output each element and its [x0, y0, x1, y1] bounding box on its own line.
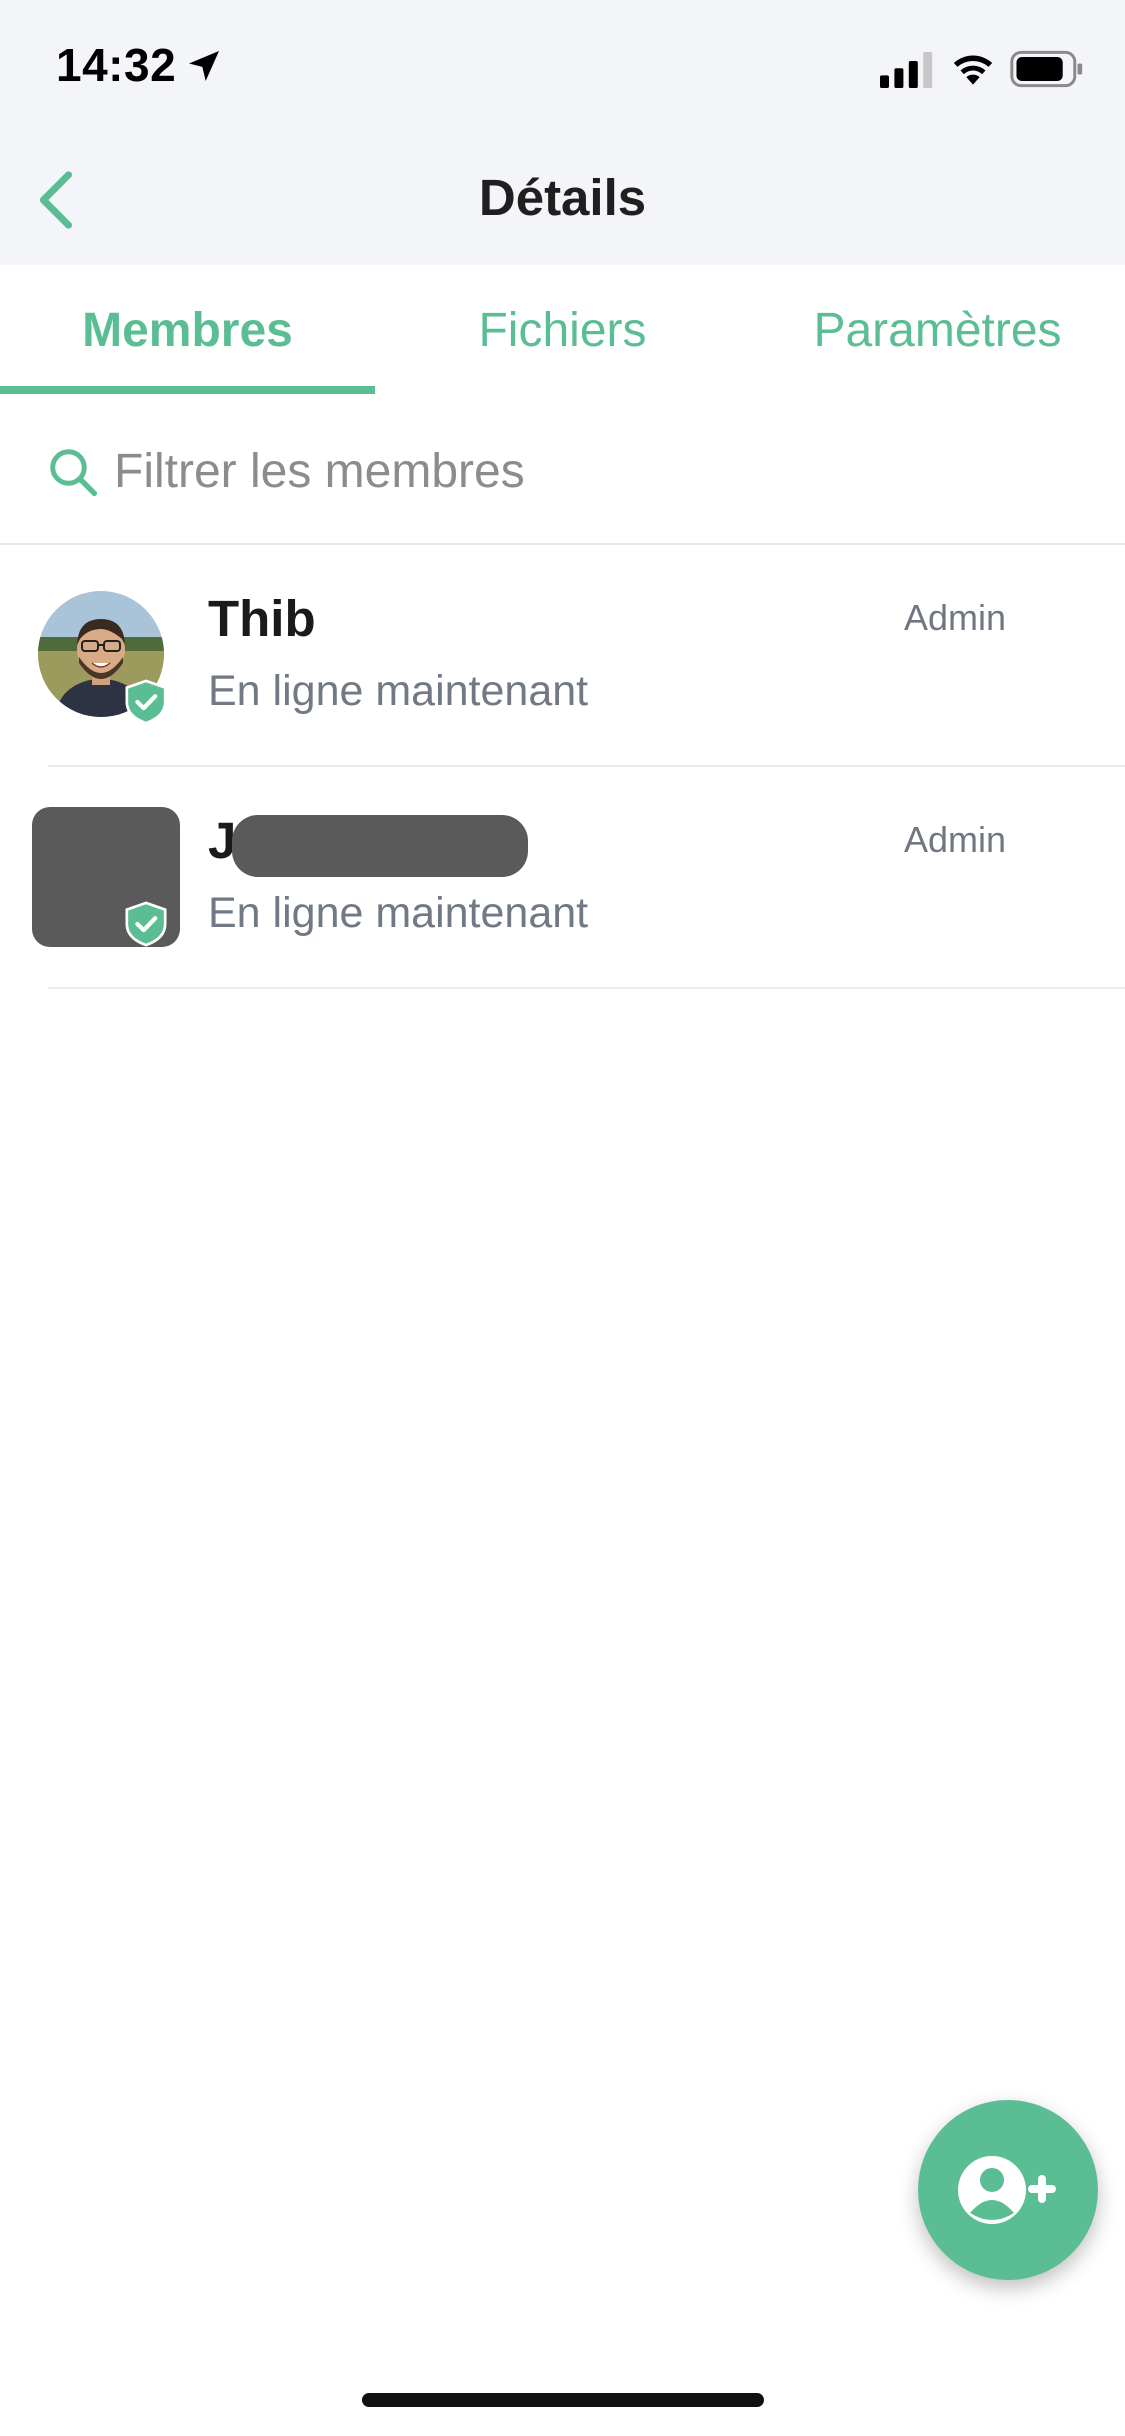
member-name: Thib — [208, 590, 316, 647]
active-tab-indicator — [0, 386, 375, 394]
tab-fichiers[interactable]: Fichiers — [375, 265, 750, 395]
status-bar: 14:32 — [0, 0, 1125, 140]
verified-shield-icon — [125, 901, 167, 947]
member-filter-bar — [0, 395, 1125, 545]
status-time: 14:32 — [56, 39, 177, 91]
add-user-icon — [958, 2156, 1056, 2224]
battery-icon — [1010, 50, 1083, 88]
page-title: Détails — [478, 169, 647, 226]
add-member-button[interactable] — [918, 2100, 1098, 2280]
tab-membres[interactable]: Membres — [0, 265, 375, 395]
member-role: Admin — [904, 819, 1007, 860]
member-status: En ligne maintenant — [208, 667, 589, 715]
wifi-icon — [953, 55, 993, 85]
navigation-bar: Détails — [0, 140, 1125, 265]
filter-members-input[interactable] — [112, 433, 1012, 509]
tab-parametres[interactable]: Paramètres — [750, 265, 1125, 395]
member-row[interactable]: Thib En ligne maintenant Admin — [0, 545, 1125, 767]
row-divider — [48, 987, 1125, 989]
member-role: Admin — [904, 597, 1007, 638]
verified-shield-icon — [125, 679, 167, 725]
member-row[interactable]: J En ligne maintenant Admin — [0, 767, 1125, 989]
search-icon — [50, 449, 98, 497]
name-redaction — [232, 815, 528, 877]
location-arrow-icon — [189, 51, 219, 81]
cellular-signal-icon — [880, 52, 933, 88]
member-status: En ligne maintenant — [208, 889, 589, 937]
tab-bar: Membres Fichiers Paramètres — [0, 265, 1125, 395]
home-indicator — [362, 2393, 764, 2407]
